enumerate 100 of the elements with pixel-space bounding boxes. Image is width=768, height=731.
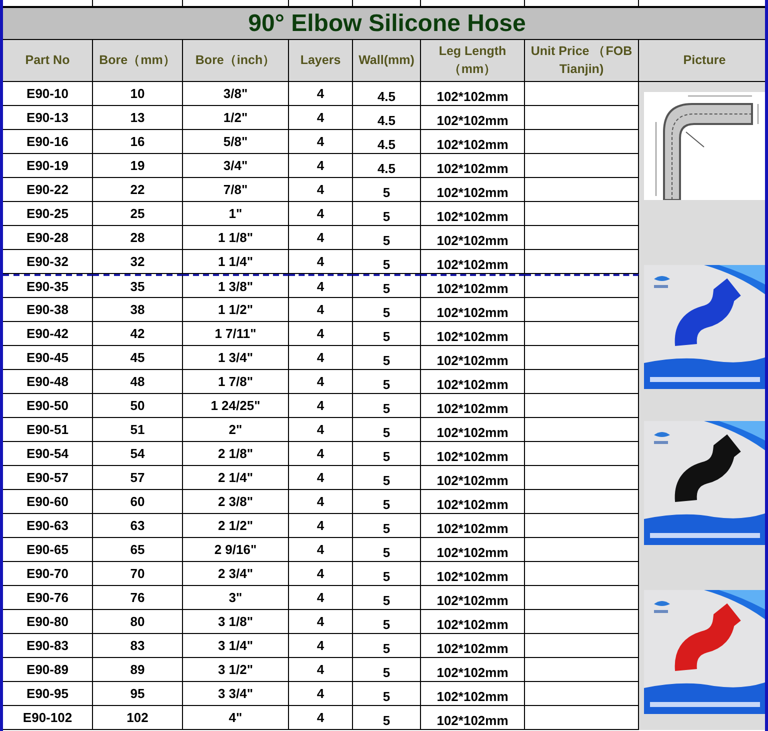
leg-length-cell: 102*102mm (421, 370, 525, 394)
bore-inch-cell: 7/8" (183, 178, 289, 202)
layers-cell: 4 (289, 346, 353, 370)
bore-inch-cell: 2 9/16" (183, 538, 289, 562)
part-number-cell: E90-60 (3, 490, 93, 514)
wall-cell: 4.5 (353, 106, 421, 130)
part-number-cell: E90-32 (3, 250, 93, 274)
layers-cell: 4 (289, 586, 353, 610)
leg-length-cell: 102*102mm (421, 106, 525, 130)
part-number-cell: E90-76 (3, 586, 93, 610)
wall-cell: 5 (353, 250, 421, 274)
wall-cell: 5 (353, 442, 421, 466)
bore-mm-cell: 25 (93, 202, 183, 226)
part-number-cell: E90-89 (3, 658, 93, 682)
wall-cell: 5 (353, 178, 421, 202)
bore-inch-cell: 2 3/4" (183, 562, 289, 586)
bore-mm-cell: 65 (93, 538, 183, 562)
leg-length-cell: 102*102mm (421, 610, 525, 634)
wall-cell: 5 (353, 394, 421, 418)
part-number-cell: E90-70 (3, 562, 93, 586)
bore-mm-cell: 70 (93, 562, 183, 586)
layers-cell: 4 (289, 706, 353, 730)
bore-mm-cell: 19 (93, 154, 183, 178)
part-number-cell: E90-22 (3, 178, 93, 202)
leg-length-cell: 102*102mm (421, 202, 525, 226)
bore-mm-cell: 28 (93, 226, 183, 250)
wall-cell: 4.5 (353, 130, 421, 154)
bore-inch-cell: 3 3/4" (183, 682, 289, 706)
bore-inch-cell: 3/4" (183, 154, 289, 178)
bore-inch-cell: 1 3/8" (183, 274, 289, 298)
layers-cell: 4 (289, 106, 353, 130)
wall-cell: 5 (353, 298, 421, 322)
bore-inch-cell: 2 1/8" (183, 442, 289, 466)
bore-mm-cell: 54 (93, 442, 183, 466)
bore-mm-cell: 32 (93, 250, 183, 274)
leg-length-cell: 102*102mm (421, 586, 525, 610)
leg-length-cell: 102*102mm (421, 82, 525, 106)
layers-cell: 4 (289, 394, 353, 418)
bore-inch-cell: 1 1/4" (183, 250, 289, 274)
part-number-cell: E90-48 (3, 370, 93, 394)
leg-length-cell: 102*102mm (421, 442, 525, 466)
leg-length-cell: 102*102mm (421, 322, 525, 346)
bore-mm-cell: 13 (93, 106, 183, 130)
bore-inch-cell: 1 24/25" (183, 394, 289, 418)
bore-mm-cell: 10 (93, 82, 183, 106)
bore-mm-cell: 63 (93, 514, 183, 538)
wall-cell: 5 (353, 490, 421, 514)
layers-cell: 4 (289, 538, 353, 562)
bore-inch-cell: 3/8" (183, 82, 289, 106)
leg-length-cell: 102*102mm (421, 706, 525, 730)
part-number-cell: E90-25 (3, 202, 93, 226)
wall-cell: 5 (353, 322, 421, 346)
bore-mm-cell: 95 (93, 682, 183, 706)
leg-length-cell: 102*102mm (421, 346, 525, 370)
leg-length-cell: 102*102mm (421, 682, 525, 706)
part-number-cell: E90-83 (3, 634, 93, 658)
layers-cell: 4 (289, 634, 353, 658)
layers-cell: 4 (289, 610, 353, 634)
leg-length-cell: 102*102mm (421, 394, 525, 418)
bore-inch-cell: 2 1/2" (183, 514, 289, 538)
leg-length-cell: 102*102mm (421, 466, 525, 490)
wall-cell: 5 (353, 226, 421, 250)
layers-cell: 4 (289, 202, 353, 226)
layers-cell: 4 (289, 178, 353, 202)
column-header: Bore（inch） (183, 40, 289, 82)
layers-cell: 4 (289, 562, 353, 586)
part-number-cell: E90-13 (3, 106, 93, 130)
bore-inch-cell: 1 1/2" (183, 298, 289, 322)
part-number-cell: E90-28 (3, 226, 93, 250)
part-number-cell: E90-38 (3, 298, 93, 322)
layers-cell: 4 (289, 82, 353, 106)
leg-length-cell: 102*102mm (421, 130, 525, 154)
wall-cell: 5 (353, 562, 421, 586)
part-number-cell: E90-10 (3, 82, 93, 106)
bore-mm-cell: 102 (93, 706, 183, 730)
wall-cell: 5 (353, 586, 421, 610)
wall-cell: 4.5 (353, 82, 421, 106)
leg-length-cell: 102*102mm (421, 418, 525, 442)
wall-cell: 4.5 (353, 154, 421, 178)
bore-inch-cell: 1 1/8" (183, 226, 289, 250)
bore-inch-cell: 2 1/4" (183, 466, 289, 490)
bore-inch-cell: 1/2" (183, 106, 289, 130)
wall-cell: 5 (353, 202, 421, 226)
bore-inch-cell: 3 1/2" (183, 658, 289, 682)
wall-cell: 5 (353, 610, 421, 634)
bore-mm-cell: 45 (93, 346, 183, 370)
layers-cell: 4 (289, 658, 353, 682)
bore-inch-cell: 2 3/8" (183, 490, 289, 514)
part-number-cell: E90-80 (3, 610, 93, 634)
bore-inch-cell: 1 3/4" (183, 346, 289, 370)
layers-cell: 4 (289, 154, 353, 178)
bore-mm-cell: 48 (93, 370, 183, 394)
bore-mm-cell: 35 (93, 274, 183, 298)
bore-mm-cell: 50 (93, 394, 183, 418)
layers-cell: 4 (289, 226, 353, 250)
part-number-cell: E90-35 (3, 274, 93, 298)
bore-inch-cell: 5/8" (183, 130, 289, 154)
part-number-cell: E90-51 (3, 418, 93, 442)
bore-mm-cell: 22 (93, 178, 183, 202)
leg-length-cell: 102*102mm (421, 226, 525, 250)
